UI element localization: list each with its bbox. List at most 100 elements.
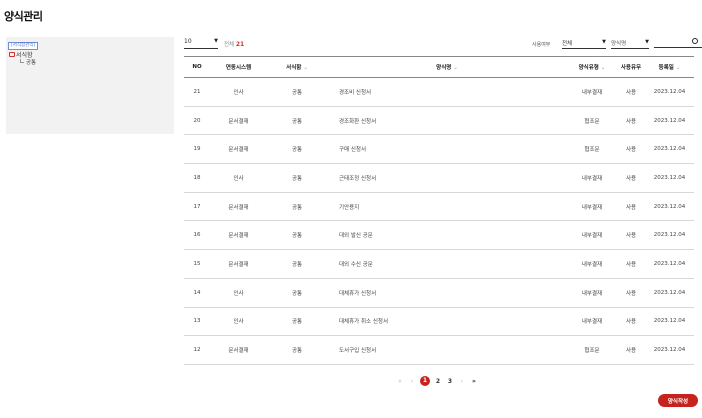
search-icon[interactable] — [692, 38, 698, 44]
header-formbox-label: 서식함 — [286, 65, 302, 71]
cell-sys: 인사 — [233, 89, 244, 96]
next-page-icon[interactable]: › — [458, 378, 466, 385]
cell-kind: 내부결재 — [581, 175, 603, 182]
search-field-underline — [611, 48, 649, 49]
header-form-kind[interactable]: 양식유형 ⌄ — [567, 63, 617, 71]
cell-date: 2023.12.04 — [653, 347, 686, 354]
cell-no: 17 — [193, 203, 201, 210]
create-form-button[interactable]: 양식작성 — [658, 394, 698, 407]
list-toolbar: 10 ▼ 전체 21 사용여부 전체 ▼ 양식명 ▼ — [184, 36, 702, 50]
caret-down-icon: ▼ — [214, 38, 218, 44]
folder-icon — [9, 52, 15, 57]
cell-name: 구매 신청서 — [339, 147, 367, 154]
use-filter-underline — [562, 48, 606, 49]
cell-type: 공통 — [291, 319, 303, 326]
header-formbox[interactable]: 서식함 ⌄ — [267, 63, 327, 71]
cell-type: 공통 — [291, 290, 303, 297]
cell-date: 2023.12.04 — [653, 174, 686, 181]
page-1[interactable]: 1 — [420, 376, 430, 386]
cell-kind: 협조문 — [584, 118, 600, 125]
cell-kind: 협조문 — [584, 348, 600, 355]
header-use: 사용유무 — [620, 65, 642, 71]
header-date[interactable]: 등록일 ⌄ — [645, 63, 694, 71]
table-row[interactable]: 14 인사 공통 대체휴가 신청서 내부결재 사용 2023.12.04 — [184, 279, 694, 308]
header-form-name[interactable]: 양식명 ⌄ — [327, 63, 567, 71]
cell-type: 공통 — [291, 118, 303, 125]
table-row[interactable]: 21 인사 공통 경조비 신청서 내부결재 사용 2023.12.04 — [184, 78, 694, 107]
table-row[interactable]: 18 인사 공통 근태조정 신청서 내부결재 사용 2023.12.04 — [184, 164, 694, 193]
header-date-label: 등록일 — [658, 65, 674, 71]
caret-down-icon: ▼ — [602, 39, 606, 45]
table-row[interactable]: 12 문서결재 공통 도서구입 신청서 협조문 사용 2023.12.04 — [184, 336, 694, 365]
cell-date: 2023.12.04 — [653, 318, 686, 325]
cell-date: 2023.12.04 — [653, 203, 686, 210]
cell-kind: 내부결재 — [581, 261, 603, 268]
cell-use: 사용 — [625, 175, 637, 182]
table-body: 21 인사 공통 경조비 신청서 내부결재 사용 2023.12.04 20 문서결재 공통 경조화… — [184, 78, 694, 365]
cell-kind: 내부결재 — [581, 204, 603, 211]
total-label: 전체 — [224, 42, 235, 48]
page-3[interactable]: 3 — [446, 378, 454, 385]
sort-icon: ⌄ — [303, 65, 308, 71]
cell-use: 사용 — [625, 290, 637, 297]
cell-type: 공통 — [291, 89, 303, 96]
cell-date: 2023.12.04 — [653, 117, 686, 124]
cell-sys: 문서결재 — [228, 147, 249, 154]
form-table: NO 연동시스템 서식함 ⌄ 양식명 ⌄ 양식유형 ⌄ 사용유무 등록일 ⌄ 2… — [184, 56, 694, 365]
header-system: 연동시스템 — [225, 65, 252, 71]
cell-name: 대외 발신 공문 — [339, 233, 373, 240]
cell-use: 사용 — [625, 89, 637, 96]
page-size-select[interactable]: 10 ▼ — [184, 38, 218, 45]
tree-manage-badge[interactable]: [서식함관리] — [8, 42, 39, 50]
sort-icon: ⌄ — [600, 65, 606, 71]
cell-no: 21 — [193, 88, 201, 95]
table-row[interactable]: 15 문서결재 공통 대외 수신 공문 내부결재 사용 2023.12.04 — [184, 250, 694, 279]
cell-no: 12 — [193, 347, 201, 354]
cell-type: 공통 — [291, 348, 303, 355]
table-row[interactable]: 19 문서결재 공통 구매 신청서 협조문 사용 2023.12.04 — [184, 135, 694, 165]
cell-use: 사용 — [625, 348, 637, 355]
cell-date: 2023.12.04 — [653, 146, 686, 153]
prev-page-icon[interactable]: ‹ — [408, 378, 416, 385]
page-size-value: 10 — [184, 38, 192, 45]
use-filter-select[interactable]: 전체 ▼ — [562, 39, 606, 47]
cell-type: 공통 — [291, 233, 303, 240]
sort-icon: ⌄ — [453, 65, 458, 71]
cell-name: 대체휴가 신청서 — [339, 290, 377, 297]
cell-sys: 인사 — [233, 175, 244, 182]
cell-sys: 문서결재 — [228, 233, 249, 240]
cell-date: 2023.12.04 — [653, 232, 686, 239]
header-form-kind-label: 양식유형 — [578, 65, 599, 71]
tree-node-common[interactable]: 공통 — [20, 58, 36, 66]
table-row[interactable]: 16 문서결재 공통 대외 발신 공문 내부결재 사용 2023.12.04 — [184, 221, 694, 251]
cell-name: 기안용지 — [339, 204, 360, 211]
page-2[interactable]: 2 — [434, 378, 442, 385]
page-size-underline — [184, 48, 218, 49]
cell-date: 2023.12.04 — [653, 260, 686, 267]
cell-no: 13 — [193, 318, 201, 325]
cell-use: 사용 — [625, 147, 637, 154]
cell-kind: 내부결재 — [581, 290, 603, 297]
table-row[interactable]: 13 인사 공통 대체휴가 취소 신청서 내부결재 사용 2023.12.04 — [184, 308, 694, 337]
table-row[interactable]: 20 문서결재 공통 경조화환 신청서 협조문 사용 2023.12.04 — [184, 107, 694, 136]
cell-type: 공통 — [291, 175, 303, 182]
cell-sys: 문서결재 — [228, 204, 249, 211]
cell-type: 공통 — [291, 204, 303, 211]
search-field-select[interactable]: 양식명 ▼ — [611, 39, 649, 47]
cell-no: 14 — [193, 289, 201, 296]
cell-sys: 인사 — [233, 290, 244, 297]
table-row[interactable]: 17 문서결재 공통 기안용지 내부결재 사용 2023.12.04 — [184, 193, 694, 222]
sort-icon: ⌄ — [675, 65, 681, 71]
last-page-icon[interactable]: » — [470, 378, 478, 385]
cell-no: 15 — [193, 260, 201, 267]
first-page-icon[interactable]: « — [396, 378, 404, 385]
cell-name: 경조비 신청서 — [339, 89, 372, 96]
tree-branch-icon — [20, 59, 24, 63]
use-filter-value: 전체 — [562, 41, 573, 47]
total-number: 21 — [235, 41, 245, 48]
cell-type: 공통 — [291, 147, 303, 154]
total-count: 전체 21 — [224, 40, 244, 48]
tree-child-label: 공통 — [26, 60, 37, 66]
cell-use: 사용 — [625, 233, 637, 240]
cell-sys: 인사 — [233, 319, 244, 326]
